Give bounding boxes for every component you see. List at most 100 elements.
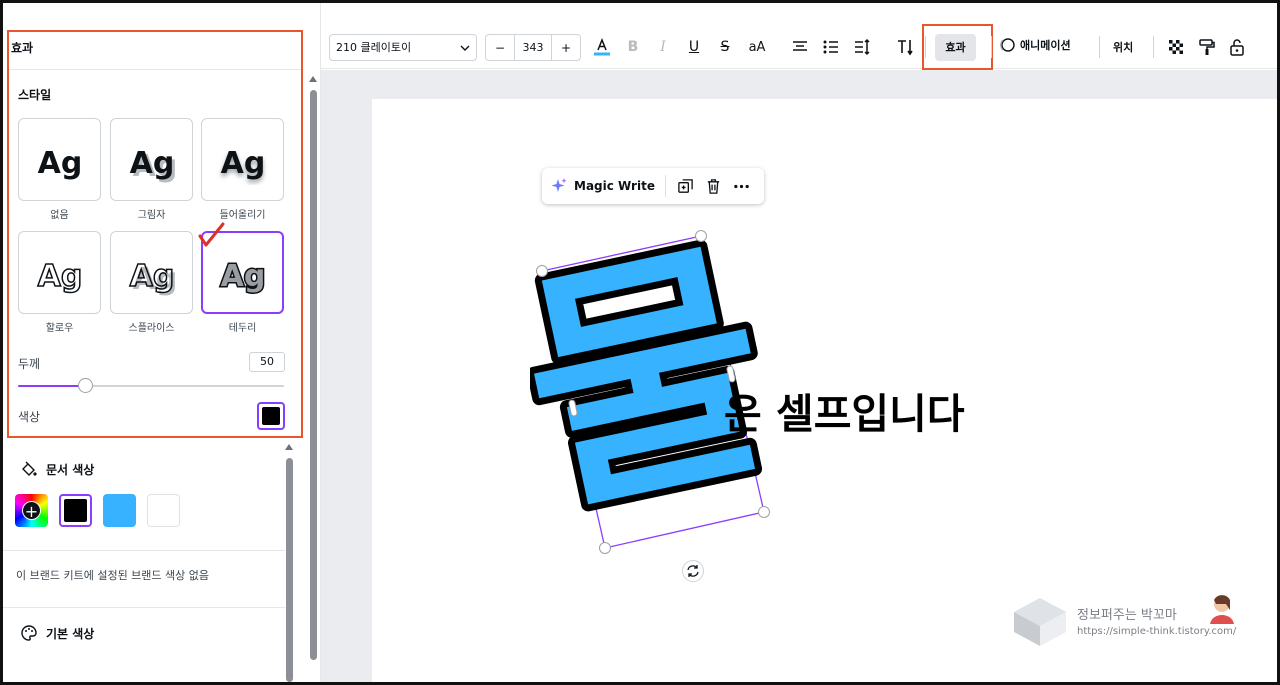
increase-size-button[interactable]: +: [552, 35, 580, 60]
style-tile-none[interactable]: Ag: [18, 118, 101, 201]
svg-text:Ag: Ag: [37, 259, 82, 294]
style-preview-outline: Ag: [219, 257, 267, 295]
element-context-toolbar: Magic Write: [542, 168, 764, 204]
lock-icon[interactable]: [1226, 36, 1248, 58]
default-colors-title: 기본 색상: [46, 626, 95, 641]
font-family-select[interactable]: 210 클레이토이: [329, 34, 477, 61]
text-color-icon: [594, 38, 610, 56]
duplicate-icon[interactable]: [672, 175, 700, 197]
resize-handle[interactable]: [599, 542, 611, 554]
divider: [9, 69, 301, 70]
thickness-slider-fill: [18, 385, 85, 387]
animation-icon: [1000, 38, 1015, 52]
bold-icon[interactable]: B: [622, 36, 644, 58]
no-brand-colors-text: 이 브랜드 키트에 설정된 브랜드 색상 없음: [16, 569, 210, 582]
svg-text:Ag: Ag: [220, 146, 265, 181]
vertical-text-icon[interactable]: [895, 36, 917, 58]
panel-scrollbar[interactable]: [306, 72, 320, 684]
toolbar-divider: [991, 36, 992, 58]
style-label-lift: 들어올리기: [219, 210, 266, 221]
divider: [3, 550, 285, 551]
style-label-none: 없음: [50, 210, 69, 221]
style-tile-lift[interactable]: Ag Ag: [201, 118, 284, 201]
default-colors-heading: 기본 색상: [20, 624, 94, 642]
resize-handle[interactable]: [536, 265, 548, 277]
rotate-handle[interactable]: [682, 560, 704, 582]
style-tile-hollow[interactable]: Ag: [18, 231, 101, 314]
thickness-label: 두께: [18, 357, 41, 371]
style-preview-hollow: Ag: [36, 258, 82, 295]
doc-color-swatch-white[interactable]: [147, 494, 180, 527]
thickness-slider-thumb[interactable]: [77, 378, 93, 393]
style-label-splice: 스플라이스: [128, 323, 175, 334]
doc-colors-title: 문서 색상: [46, 462, 95, 477]
canvas-rest-text: 은 셀프입니다: [724, 390, 965, 438]
font-size-input[interactable]: 343: [514, 35, 552, 60]
panel-title: 효과: [11, 41, 34, 55]
magic-write-button[interactable]: Magic Write: [542, 175, 666, 197]
paint-bucket-icon: [22, 461, 37, 476]
animation-button[interactable]: 애니메이션: [998, 36, 1071, 54]
sparkle-icon: [551, 178, 567, 192]
style-label-outline: 테두리: [228, 323, 257, 334]
style-preview-lift: Ag Ag: [220, 146, 265, 184]
font-family-value: 210 클레이토이: [336, 41, 412, 54]
trash-icon[interactable]: [700, 175, 728, 197]
strikethrough-icon[interactable]: S: [714, 36, 736, 58]
text-color-button[interactable]: [591, 36, 613, 58]
decrease-size-button[interactable]: −: [486, 35, 514, 60]
animation-label: 애니메이션: [1020, 39, 1071, 52]
style-preview-splice: Ag Ag: [128, 258, 176, 297]
thickness-input[interactable]: 50: [249, 352, 285, 372]
color-panel-scrollbar[interactable]: [282, 440, 296, 684]
watermark-url: https://simple-think.tistory.com/: [1077, 626, 1237, 637]
color-label: 색상: [18, 410, 41, 424]
effect-color-fill: [262, 407, 280, 425]
scroll-up-arrow-icon[interactable]: [309, 76, 317, 82]
effect-color-swatch[interactable]: [257, 402, 285, 430]
svg-text:Ag: Ag: [129, 259, 174, 294]
style-tile-shadow[interactable]: Ag Ag: [110, 118, 193, 201]
doc-color-swatch-blue[interactable]: [103, 494, 136, 527]
svg-text:Ag: Ag: [220, 259, 265, 294]
style-preview-none: Ag: [37, 146, 82, 181]
cartoon-avatar-icon: [1210, 595, 1234, 624]
svg-text:Ag: Ag: [129, 146, 174, 181]
watermark-name: 정보퍼주는 박꼬마: [1077, 608, 1177, 623]
palette-icon: [21, 625, 37, 641]
doc-colors-heading: 문서 색상: [20, 460, 94, 478]
transparency-icon[interactable]: [1165, 36, 1187, 58]
align-center-icon[interactable]: [789, 36, 811, 58]
bullet-list-icon[interactable]: [820, 36, 842, 58]
divider: [3, 607, 285, 608]
paint-roller-icon[interactable]: [1196, 36, 1218, 58]
style-heading: 스타일: [18, 88, 52, 102]
plus-icon: +: [22, 501, 41, 521]
canvas-text-artwork[interactable]: 물 은 셀프입니다: [530, 228, 1040, 588]
thickness-slider-track[interactable]: [18, 385, 284, 387]
chevron-down-icon: [460, 45, 470, 51]
scrollbar-thumb[interactable]: [310, 90, 317, 660]
italic-icon[interactable]: I: [652, 36, 674, 58]
more-options-icon[interactable]: [728, 175, 756, 197]
style-tile-splice[interactable]: Ag Ag: [110, 231, 193, 314]
scroll-up-arrow-icon[interactable]: [285, 444, 293, 450]
position-button[interactable]: 위치: [1113, 39, 1133, 55]
toolbar-divider: [1099, 36, 1100, 58]
style-label-shadow: 그림자: [137, 210, 166, 221]
svg-text:Ag: Ag: [37, 146, 82, 181]
style-preview-shadow: Ag Ag: [129, 146, 177, 184]
style-label-hollow: 할로우: [45, 323, 74, 334]
font-size-stepper: − 343 +: [485, 34, 581, 61]
doc-color-swatch-black[interactable]: [59, 494, 92, 527]
magic-write-label: Magic Write: [574, 179, 655, 193]
line-spacing-icon[interactable]: [851, 36, 873, 58]
checkmark-annotation-icon: [198, 222, 225, 247]
toolbar-divider: [1153, 36, 1154, 58]
letter-case-button[interactable]: aA: [744, 36, 770, 58]
scrollbar-thumb[interactable]: [286, 458, 293, 682]
resize-handle[interactable]: [758, 506, 770, 518]
add-color-button[interactable]: +: [15, 494, 48, 527]
underline-icon[interactable]: U: [683, 36, 705, 58]
resize-handle[interactable]: [695, 230, 707, 242]
